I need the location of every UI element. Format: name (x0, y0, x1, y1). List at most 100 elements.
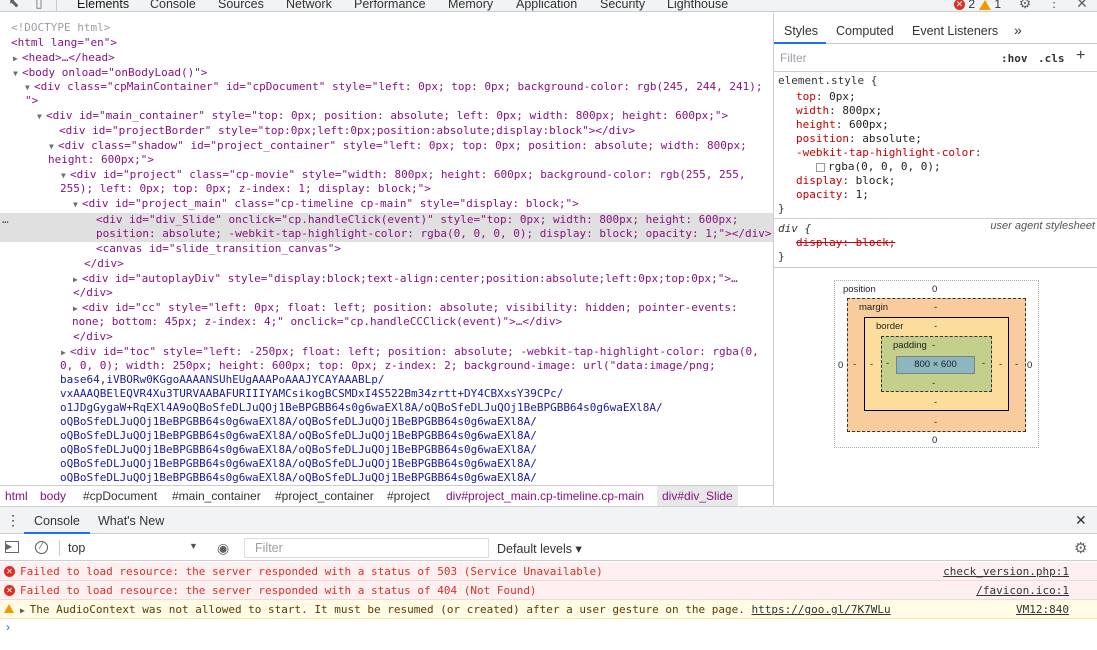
breadcrumb-item[interactable]: #project (387, 489, 430, 503)
tab-memory[interactable]: Memory (448, 0, 493, 11)
tab-lighthouse[interactable]: Lighthouse (667, 0, 728, 11)
live-expression-eye-icon[interactable]: ◉ (217, 540, 229, 557)
selected-node-menu[interactable]: … (2, 213, 9, 227)
box-position-top-value[interactable]: 0 (932, 284, 937, 295)
tab-console[interactable]: Console (150, 0, 196, 11)
console-message-warning[interactable]: ▶ The AudioContext was not allowed to st… (0, 600, 1097, 619)
tab-sources[interactable]: Sources (218, 0, 264, 11)
drawer-tab-whats-new[interactable]: What's New (98, 514, 164, 528)
close-devtools-icon[interactable]: ✕ (1075, 0, 1089, 10)
tab-styles[interactable]: Styles (784, 24, 818, 38)
warning-count-badge[interactable]: 1 (979, 0, 1001, 11)
hover-state-toggle[interactable]: :hov (1001, 52, 1028, 65)
box-margin-right[interactable]: - (1015, 359, 1018, 370)
box-border-right[interactable]: - (999, 359, 1002, 370)
tab-application[interactable]: Application (516, 0, 577, 11)
tab-elements[interactable]: Elements (77, 0, 129, 11)
dom-line[interactable]: <!DOCTYPE html> (11, 21, 110, 35)
style-property-value[interactable]: rgba(0, 0, 0, 0); (816, 160, 941, 174)
breadcrumb-item[interactable]: div#project_main.cp-timeline.cp-main (446, 489, 644, 503)
console-message-source-link[interactable]: check_version.php:1 (943, 562, 1069, 581)
style-property[interactable]: top: 0px; (796, 90, 856, 104)
box-padding-bottom[interactable]: - (932, 378, 935, 389)
drawer-tab-console[interactable]: Console (34, 514, 80, 528)
box-padding-right[interactable]: - (982, 358, 985, 369)
breadcrumb-item-selected[interactable]: div#div_Slide (657, 486, 738, 506)
box-padding-left[interactable]: - (886, 358, 889, 369)
color-swatch-icon[interactable] (816, 162, 825, 172)
dom-line[interactable]: ▼ <div class="cpMainContainer" id="cpDocu… (25, 80, 762, 94)
styles-filter-input[interactable]: Filter (780, 51, 807, 65)
tab-security[interactable]: Security (600, 0, 645, 11)
console-settings-gear-icon[interactable]: ⚙ (1074, 539, 1087, 557)
settings-gear-icon[interactable]: ⚙ (1018, 0, 1032, 10)
tab-computed[interactable]: Computed (836, 24, 894, 38)
breadcrumb-item[interactable]: body (40, 489, 66, 503)
dom-line[interactable]: </div> (84, 257, 124, 271)
box-position-left-value[interactable]: 0 (838, 360, 843, 371)
dom-line[interactable]: </div> (73, 286, 113, 300)
style-property[interactable]: -webkit-tap-highlight-color: (796, 146, 981, 160)
context-dropdown-arrow-icon[interactable]: ▼ (189, 541, 198, 551)
breadcrumb-item[interactable]: #cpDocument (83, 489, 157, 503)
dom-line[interactable]: ▼ <body onload="onBodyLoad()"> (13, 66, 207, 80)
console-message-link[interactable]: https://goo.gl/7K7WLu (752, 603, 891, 616)
context-selector[interactable]: top (68, 541, 85, 555)
style-property[interactable]: height: 600px; (796, 118, 889, 132)
dom-line[interactable]: ▶ <head>…</head> (13, 51, 115, 65)
box-border-bottom[interactable]: - (934, 397, 937, 408)
breadcrumb-item[interactable]: html (5, 489, 28, 503)
dom-line[interactable]: ▼ <div class="shadow" id="project_contain… (49, 139, 747, 153)
dom-line[interactable]: <html lang="en"> (11, 36, 117, 50)
dom-line: 255); left: 0px; top: 0px; z-index: 1; d… (60, 182, 431, 195)
dom-line[interactable]: </div> (73, 330, 113, 344)
tab-event-listeners[interactable]: Event Listeners (912, 24, 998, 38)
box-border-top[interactable]: - (934, 321, 937, 332)
box-position-right-value[interactable]: 0 (1027, 360, 1032, 371)
box-padding-top[interactable]: - (932, 340, 935, 351)
dom-line[interactable]: ▼ <div id="project_main" class="cp-timeli… (73, 197, 579, 211)
console-message-error[interactable]: ✕ Failed to load resource: the server re… (0, 581, 1097, 600)
clear-console-icon[interactable]: ⁄ (35, 541, 48, 554)
more-tabs-chevron-icon[interactable]: » (1014, 22, 1022, 38)
style-property[interactable]: opacity: 1; (796, 188, 869, 202)
log-levels-dropdown[interactable]: Default levels ▾ (497, 541, 582, 556)
console-prompt[interactable]: › (6, 620, 10, 634)
style-property[interactable]: width: 800px; (796, 104, 882, 118)
error-count-badge[interactable]: ✕ 2 (954, 0, 975, 11)
box-margin-left[interactable]: - (853, 359, 856, 370)
device-toolbar-icon[interactable]: ▯ (32, 0, 46, 10)
box-border-left[interactable]: - (870, 359, 873, 370)
breadcrumb-item[interactable]: #main_container (172, 489, 261, 503)
box-content-size[interactable]: 800 × 600 (896, 356, 975, 374)
dom-line[interactable]: ▶ <div id="cc" style="left: 0px; float: l… (73, 301, 738, 315)
class-toggle[interactable]: .cls (1038, 52, 1065, 65)
tab-performance[interactable]: Performance (354, 0, 426, 11)
console-message-error[interactable]: ✕ Failed to load resource: the server re… (0, 562, 1097, 581)
new-style-rule-button[interactable]: + (1076, 47, 1085, 65)
show-sidebar-icon[interactable]: ▶ (5, 541, 19, 553)
dom-line[interactable]: <div id="projectBorder" style="top:0px;l… (59, 124, 635, 138)
expand-arrow-icon[interactable]: ▶ (20, 606, 30, 615)
style-property[interactable]: position: absolute; (796, 132, 922, 146)
close-drawer-icon[interactable]: ✕ (1075, 512, 1087, 529)
drawer-menu-icon[interactable]: ⋮ (6, 512, 20, 529)
console-message-source-link[interactable]: /favicon.ico:1 (976, 581, 1069, 600)
tab-network[interactable]: Network (286, 0, 332, 11)
style-property[interactable]: display: block; (796, 174, 895, 188)
dom-line-selected[interactable]: <div id="div_Slide" onclick="cp.handleCl… (96, 213, 738, 227)
dom-line[interactable]: ▼ <div id="project" class="cp-movie" styl… (61, 168, 746, 182)
dom-line[interactable]: ▶ <div id="autoplayDiv" style="display:bl… (73, 272, 738, 286)
dom-line: oQBoSfeDLJuQOj1BeBPGBB64s0g6waEXl8A/oQBo… (60, 429, 537, 442)
dom-line[interactable]: ▶ <div id="toc" style="left: -250px; floa… (61, 345, 759, 359)
console-message-source-link[interactable]: VM12:840 (1016, 600, 1069, 619)
inspect-element-icon[interactable]: ⬉ (7, 0, 21, 10)
breadcrumb-item[interactable]: #project_container (275, 489, 374, 503)
dom-line[interactable]: ▼ <div id="main_container" style="top: 0p… (37, 109, 728, 123)
more-options-icon[interactable]: ⋮ (1047, 0, 1061, 10)
box-margin-bottom[interactable]: - (934, 417, 937, 428)
dom-line[interactable]: <canvas id="slide_transition_canvas"> (96, 242, 341, 256)
box-position-bottom-value[interactable]: 0 (932, 435, 937, 446)
box-margin-top[interactable]: - (934, 302, 937, 313)
console-filter-input[interactable]: Filter (244, 538, 489, 558)
